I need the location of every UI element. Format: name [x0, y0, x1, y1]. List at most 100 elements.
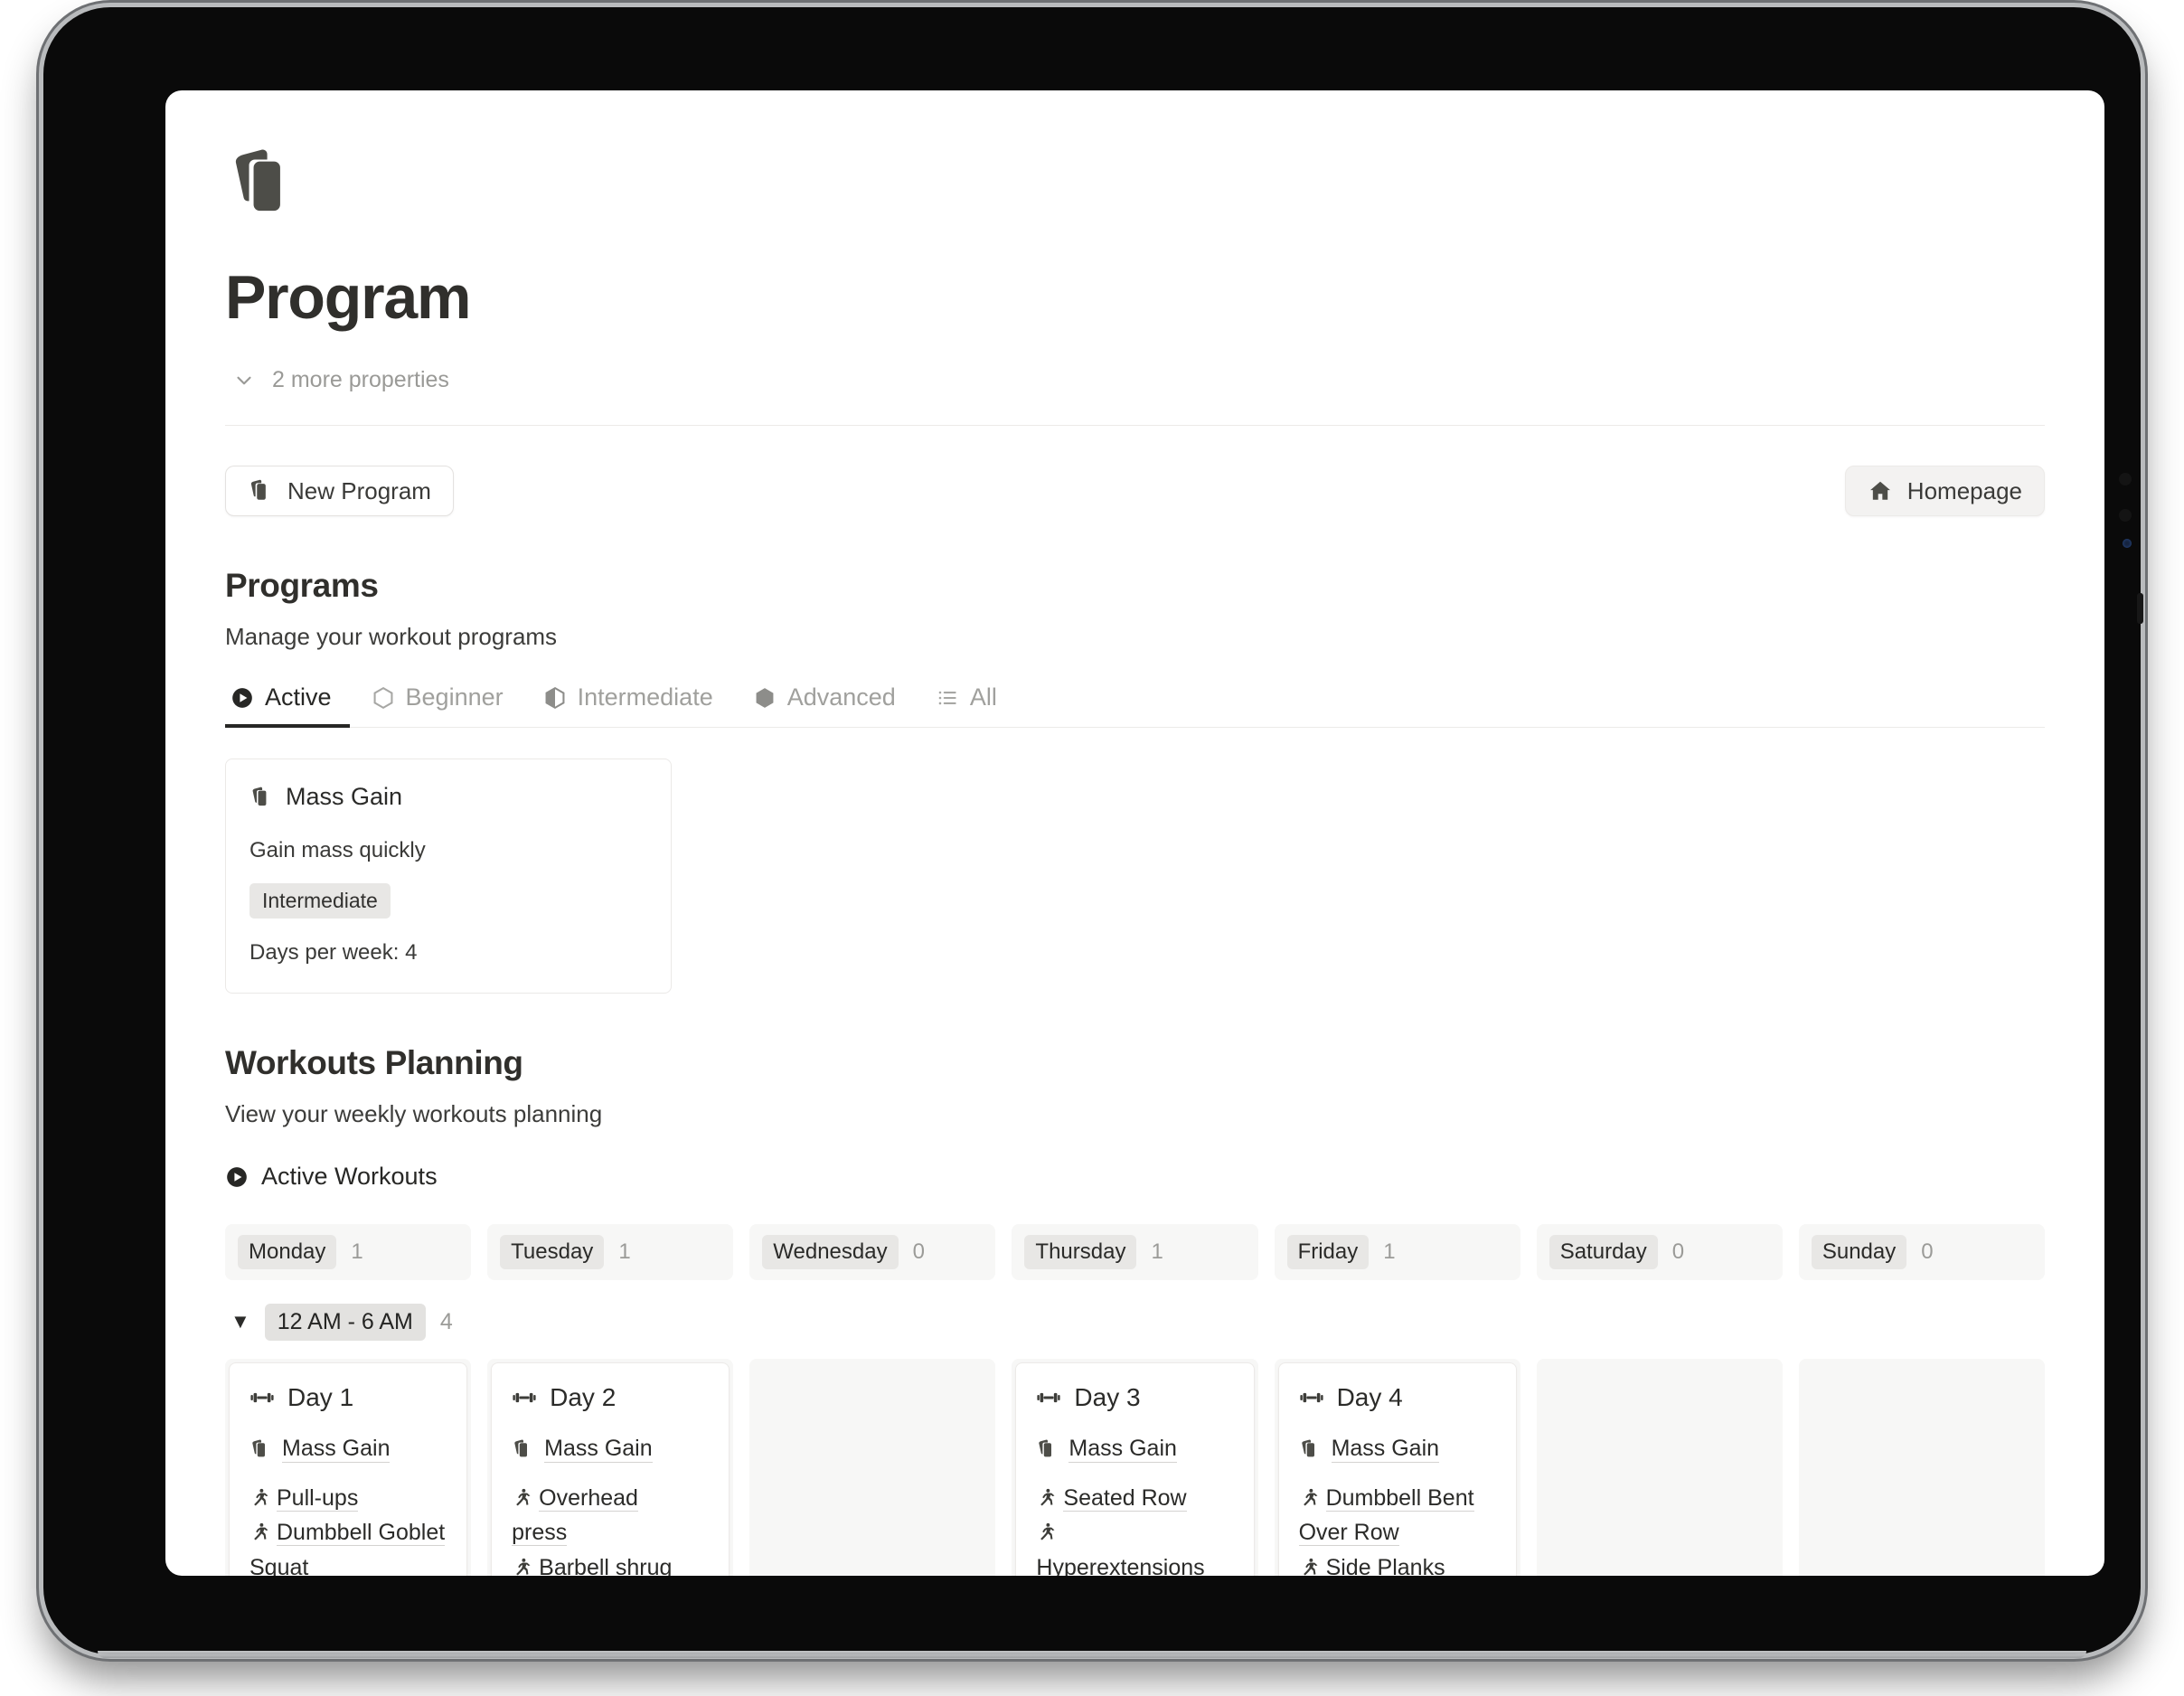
workout-card[interactable]: Day 2 Mass Gain Overhead press Barbell s…	[491, 1362, 730, 1576]
tab-intermediate[interactable]: Intermediate	[538, 683, 731, 728]
day-column-wednesday[interactable]	[749, 1358, 996, 1576]
exercise-item[interactable]: Overhead press	[512, 1484, 638, 1547]
cards-stack-icon	[225, 145, 303, 222]
workout-card[interactable]: Day 1 Mass Gain Pull-ups Dumbbell Goblet…	[229, 1362, 468, 1576]
runner-icon	[249, 1522, 269, 1541]
time-group-row[interactable]: ▼ 12 AM - 6 AM 4	[231, 1303, 2045, 1341]
runner-icon	[1299, 1487, 1319, 1507]
program-card-level-tag: Intermediate	[249, 883, 391, 919]
day-header-saturday[interactable]: Saturday 0	[1536, 1223, 1783, 1280]
workout-card-title-row: Day 3	[1036, 1383, 1233, 1412]
volume-button[interactable]	[2137, 593, 2143, 624]
day-header-sunday[interactable]: Sunday 0	[1798, 1223, 2045, 1280]
workout-card-program[interactable]: Mass Gain	[1299, 1436, 1496, 1463]
workout-card-program[interactable]: Mass Gain	[1036, 1436, 1233, 1463]
collapse-caret-icon[interactable]: ▼	[231, 1312, 250, 1332]
workout-card-program[interactable]: Mass Gain	[249, 1436, 447, 1463]
home-icon	[1868, 478, 1893, 504]
time-group-chip: 12 AM - 6 AM	[264, 1303, 426, 1341]
more-properties-label: 2 more properties	[272, 367, 449, 392]
day-column-tuesday[interactable]: Day 2 Mass Gain Overhead press Barbell s…	[487, 1358, 734, 1576]
day-header-row: Monday 1 Tuesday 1 Wednesday 0 Thursday …	[225, 1223, 2045, 1280]
tab-beginner[interactable]: Beginner	[366, 683, 522, 728]
active-workouts-view-toggle[interactable]: Active Workouts	[225, 1163, 438, 1191]
workout-card-title: Day 4	[1336, 1382, 1403, 1411]
day-column-saturday[interactable]	[1536, 1358, 1783, 1576]
hexagon-filled-icon	[753, 686, 777, 710]
cards-stack-icon	[1299, 1438, 1321, 1460]
more-properties-toggle[interactable]: 2 more properties	[232, 367, 2045, 393]
play-circle-icon	[225, 1165, 249, 1189]
programs-section-title: Programs	[225, 567, 379, 604]
programs-section-subtitle: Manage your workout programs	[225, 623, 558, 650]
tab-active[interactable]: Active	[225, 683, 350, 728]
day-header-friday[interactable]: Friday 1	[1274, 1223, 1520, 1280]
programs-card-row: Mass Gain Gain mass quickly Intermediate…	[225, 758, 2045, 994]
day-count: 1	[1151, 1239, 1163, 1264]
runner-icon	[1036, 1487, 1056, 1507]
exercise-item[interactable]: Pull-ups	[249, 1484, 359, 1512]
day-header-monday[interactable]: Monday 1	[225, 1223, 472, 1280]
program-card-title-row: Mass Gain	[249, 783, 647, 811]
dumbbell-icon	[1036, 1385, 1061, 1410]
exercise-list: Seated Row Hyperextensions Leg CurlCable…	[1036, 1481, 1233, 1576]
tablet-screen: Program 2 more properties New Program Ho…	[165, 90, 2104, 1576]
day-count: 0	[912, 1239, 925, 1264]
cards-stack-icon	[248, 478, 273, 504]
day-columns-row: Day 1 Mass Gain Pull-ups Dumbbell Goblet…	[225, 1358, 2045, 1576]
day-column-thursday[interactable]: Day 3 Mass Gain Seated Row Hyperextensio…	[1012, 1358, 1258, 1576]
workout-card-program[interactable]: Mass Gain	[512, 1436, 709, 1463]
exercise-item[interactable]: Dumbbell Bent Over Row	[1298, 1484, 1474, 1547]
cards-stack-icon	[1036, 1438, 1058, 1460]
exercise-item[interactable]: Hyperextensions	[1036, 1520, 1205, 1576]
planning-section-subtitle: View your weekly workouts planning	[225, 1100, 603, 1127]
cards-stack-icon	[249, 786, 273, 809]
day-name-chip: Wednesday	[762, 1234, 899, 1269]
hexagon-outline-icon	[372, 686, 395, 710]
active-workouts-label: Active Workouts	[261, 1163, 438, 1190]
program-link-label: Mass Gain	[544, 1435, 653, 1463]
planning-section-title: Workouts Planning	[225, 1044, 523, 1081]
program-link-label: Mass Gain	[1068, 1435, 1177, 1463]
day-count: 0	[1921, 1239, 1934, 1264]
exercise-item[interactable]: Side Planks	[1299, 1555, 1445, 1576]
rear-camera-dot-2	[2119, 509, 2132, 522]
tablet-device-frame: Program 2 more properties New Program Ho…	[43, 7, 2143, 1658]
exercise-item[interactable]: Dumbbell Goblet Squat	[249, 1520, 446, 1576]
workout-card-title: Day 3	[1074, 1382, 1141, 1411]
day-header-tuesday[interactable]: Tuesday 1	[487, 1223, 734, 1280]
page-content: Program 2 more properties New Program Ho…	[165, 90, 2104, 1576]
weekly-planning-board: Monday 1 Tuesday 1 Wednesday 0 Thursday …	[225, 1223, 2045, 1576]
tab-advanced[interactable]: Advanced	[748, 683, 914, 728]
chevron-down-icon	[232, 369, 256, 392]
tab-all[interactable]: All	[930, 683, 1015, 728]
time-group-count: 4	[439, 1308, 453, 1334]
cards-stack-icon	[512, 1438, 533, 1460]
workout-card-title: Day 1	[287, 1382, 354, 1411]
exercise-list: Dumbbell Bent Over Row Side Planks Dumbb…	[1298, 1481, 1496, 1576]
day-column-monday[interactable]: Day 1 Mass Gain Pull-ups Dumbbell Goblet…	[225, 1358, 472, 1576]
day-count: 0	[1671, 1239, 1685, 1264]
exercise-item[interactable]: Seated Row	[1036, 1484, 1187, 1512]
homepage-button[interactable]: Homepage	[1844, 466, 2045, 516]
program-link-label: Mass Gain	[282, 1435, 391, 1463]
exercise-item[interactable]: Barbell shrug	[512, 1555, 673, 1576]
program-card-title: Mass Gain	[286, 783, 403, 810]
day-column-sunday[interactable]	[1798, 1358, 2045, 1576]
day-column-friday[interactable]: Day 4 Mass Gain Dumbbell Bent Over Row S…	[1274, 1358, 1520, 1576]
workout-card[interactable]: Day 3 Mass Gain Seated Row Hyperextensio…	[1015, 1362, 1255, 1576]
dumbbell-icon	[249, 1385, 275, 1410]
day-name-chip: Tuesday	[500, 1234, 605, 1269]
day-header-thursday[interactable]: Thursday 1	[1012, 1223, 1258, 1280]
workout-card-title: Day 2	[550, 1382, 617, 1411]
new-program-button[interactable]: New Program	[225, 466, 454, 516]
new-program-label: New Program	[287, 476, 431, 504]
day-count: 1	[351, 1239, 363, 1264]
day-name-chip: Monday	[238, 1234, 337, 1269]
workout-card[interactable]: Day 4 Mass Gain Dumbbell Bent Over Row S…	[1277, 1362, 1517, 1576]
program-card[interactable]: Mass Gain Gain mass quickly Intermediate…	[225, 758, 672, 994]
exercise-list: Overhead press Barbell shrug Dumbbell St…	[512, 1481, 709, 1576]
day-count: 1	[618, 1239, 631, 1264]
day-header-wednesday[interactable]: Wednesday 0	[749, 1223, 996, 1280]
exercise-list: Pull-ups Dumbbell Goblet Squat Chin upDe…	[249, 1481, 447, 1576]
